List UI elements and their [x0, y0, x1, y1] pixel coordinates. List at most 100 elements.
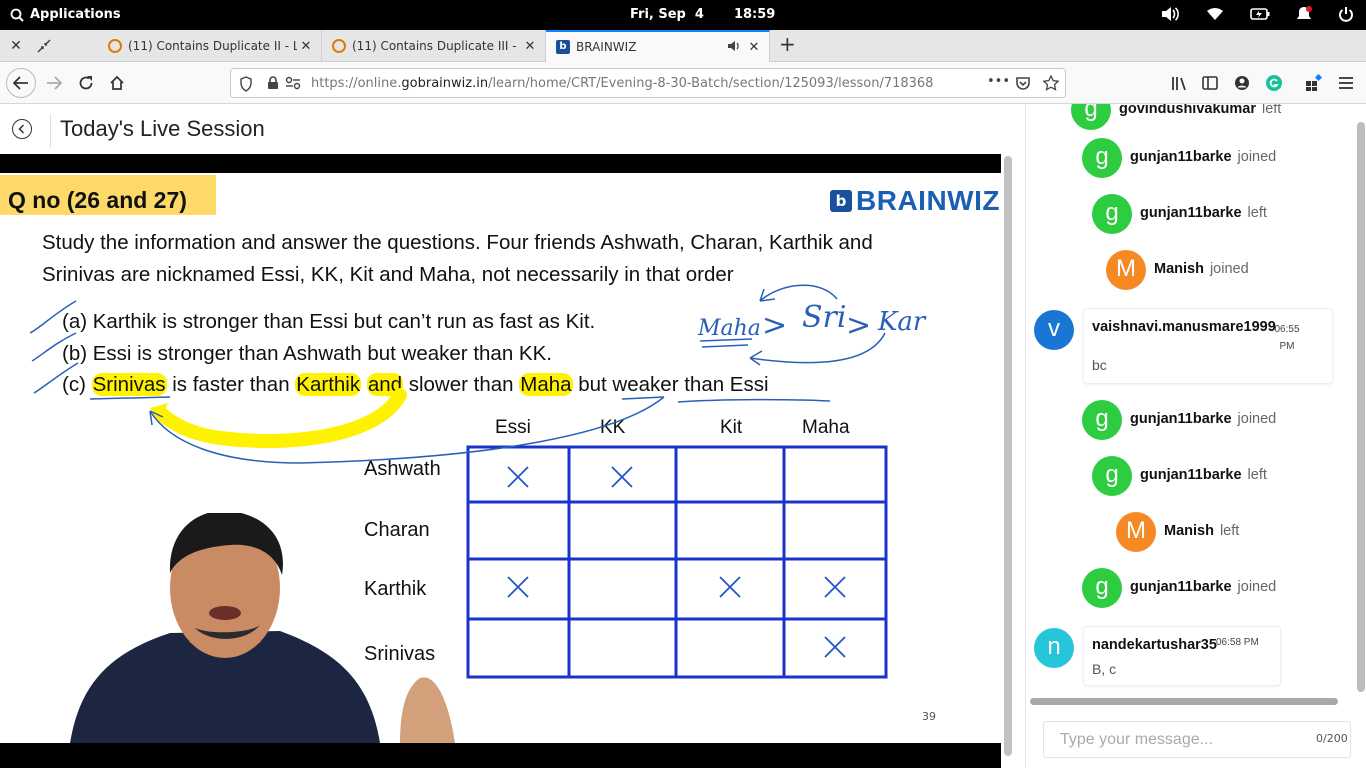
- close-tab-icon[interactable]: ✕: [297, 39, 315, 54]
- chat-event-action: joined: [1209, 261, 1249, 277]
- tab-contains-duplicate-iii[interactable]: (11) Contains Duplicate III - Le ✕: [322, 30, 546, 62]
- chat-presence-event: gunjan11barke joined: [1130, 579, 1276, 595]
- slide-frame: Q no (26 and 27) b BRAINWIZ Study the in…: [0, 173, 1001, 743]
- system-tray: [1160, 6, 1354, 22]
- chat-user-name: Manish: [1164, 523, 1214, 539]
- grammarly-icon[interactable]: [1260, 69, 1288, 97]
- close-window-icon[interactable]: ✕: [8, 38, 24, 54]
- chat-event-action: joined: [1237, 579, 1277, 595]
- grid-cross-mark: [824, 576, 846, 598]
- close-tab-icon[interactable]: ✕: [521, 39, 539, 54]
- chat-event-action: joined: [1237, 149, 1277, 165]
- tab-title: (11) Contains Duplicate II - Le: [128, 39, 297, 53]
- home-icon[interactable]: [103, 69, 131, 97]
- chat-avatar: g: [1082, 400, 1122, 440]
- wifi-icon[interactable]: [1206, 7, 1224, 21]
- tab-bar: ✕ (11) Contains Duplicate II - Le ✕ (11)…: [0, 30, 1366, 62]
- url-text[interactable]: https://online.gobrainwiz.in/learn/home/…: [311, 76, 933, 91]
- clock[interactable]: Fri, Sep 4 18:59: [630, 7, 775, 22]
- back-circle-icon[interactable]: [12, 119, 32, 139]
- slide-page-number: 39: [922, 710, 936, 723]
- svg-text:Kar: Kar: [877, 307, 927, 337]
- grid-cross-mark: [611, 466, 633, 488]
- reload-icon[interactable]: [72, 69, 100, 97]
- navigation-toolbar: https://online.gobrainwiz.in/learn/home/…: [0, 62, 1366, 104]
- svg-text:Maha: Maha: [697, 316, 761, 341]
- yellow-highlight-arrow: [153, 388, 407, 449]
- audio-playing-icon[interactable]: [727, 40, 741, 55]
- chat-avatar: v: [1034, 310, 1074, 350]
- leetcode-icon: [332, 39, 346, 53]
- grid-cross-mark: [824, 636, 846, 658]
- volume-icon[interactable]: [1160, 6, 1180, 22]
- chat-message-time: 06:55 PM: [1274, 324, 1300, 352]
- chat-message-text: bc: [1092, 357, 1107, 373]
- bookmark-star-icon[interactable]: [1042, 74, 1060, 95]
- chat-event-action: left: [1261, 104, 1282, 117]
- header-divider: [50, 114, 51, 148]
- chat-user-name: Manish: [1154, 261, 1204, 277]
- chat-avatar: n: [1034, 628, 1074, 668]
- page-title: Today's Live Session: [60, 116, 265, 141]
- handwriting-notes: Maha > Sri > Kar: [697, 300, 927, 343]
- chat-message: nandekartushar35 06:58 PM B, c: [1083, 626, 1281, 686]
- chat-character-count: 0/200: [1316, 732, 1348, 745]
- close-tab-icon[interactable]: ✕: [745, 40, 763, 55]
- clock-time: 18:59: [733, 7, 776, 22]
- search-icon: [10, 8, 24, 22]
- chat-user-name: gunjan11barke: [1130, 411, 1232, 427]
- chat-presence-event: gunjan11barke joined: [1130, 149, 1276, 165]
- grid-cross-mark: [507, 576, 529, 598]
- grid-cross-mark: [719, 576, 741, 598]
- chat-message-input[interactable]: Type your message...: [1043, 721, 1351, 758]
- clock-date: Fri, Sep 4: [630, 7, 704, 22]
- page-scrollbar-thumb[interactable]: [1004, 156, 1012, 756]
- chat-presence-event: gunjan11barke left: [1140, 467, 1267, 483]
- chat-event-action: left: [1219, 523, 1240, 539]
- chat-avatar: M: [1106, 250, 1146, 290]
- chat-user-name: gunjan11barke: [1130, 149, 1232, 165]
- chat-scrollbar[interactable]: [1357, 122, 1365, 692]
- page-actions-icon[interactable]: •••: [987, 74, 1010, 89]
- chat-avatar: g: [1071, 104, 1111, 130]
- forward-arrow-icon[interactable]: [40, 69, 68, 97]
- chat-avatar: g: [1082, 138, 1122, 178]
- permissions-icon[interactable]: [285, 76, 301, 94]
- account-icon[interactable]: [1228, 69, 1256, 97]
- chat-presence-event: gunjan11barke left: [1140, 205, 1267, 221]
- chat-horizontal-scrollbar[interactable]: [1030, 698, 1338, 705]
- library-icon[interactable]: [1166, 69, 1194, 97]
- new-tab-icon[interactable]: +: [779, 34, 796, 54]
- presenter-video: [70, 513, 455, 743]
- chat-presence-event: gunjan11barke joined: [1130, 411, 1276, 427]
- power-icon[interactable]: [1338, 6, 1354, 22]
- grid-cross-mark: [507, 466, 529, 488]
- chat-user-name: gunjan11barke: [1140, 467, 1242, 483]
- applications-label: Applications: [30, 7, 121, 22]
- back-arrow-icon[interactable]: [6, 68, 36, 98]
- chat-user-name: nandekartushar35: [1092, 637, 1217, 653]
- pocket-icon[interactable]: [1015, 76, 1031, 95]
- tab-title: (11) Contains Duplicate III - Le: [352, 39, 521, 53]
- restore-icon[interactable]: [36, 38, 52, 54]
- applications-menu[interactable]: Applications: [10, 7, 121, 22]
- svg-text:Sri: Sri: [802, 300, 847, 335]
- tab-title: BRAINWIZ: [576, 40, 637, 54]
- hamburger-menu-icon[interactable]: [1332, 69, 1360, 97]
- chat-presence-event: govindushivakumar left: [1119, 104, 1281, 117]
- shield-icon[interactable]: [239, 76, 253, 96]
- chat-user-name: gunjan11barke: [1130, 579, 1232, 595]
- notifications-icon[interactable]: [1296, 6, 1312, 22]
- extensions-icon[interactable]: [1300, 69, 1328, 97]
- svg-text:>: >: [762, 308, 787, 343]
- tab-contains-duplicate-ii[interactable]: (11) Contains Duplicate II - Le ✕: [98, 30, 322, 62]
- address-bar[interactable]: https://online.gobrainwiz.in/learn/home/…: [230, 68, 1066, 98]
- system-top-bar: Applications Fri, Sep 4 18:59: [0, 0, 1366, 30]
- live-video-player[interactable]: Q no (26 and 27) b BRAINWIZ Study the in…: [0, 154, 1001, 768]
- tab-brainwiz[interactable]: b BRAINWIZ ✕: [546, 30, 770, 62]
- chat-user-name: govindushivakumar: [1119, 104, 1256, 117]
- page-scrollbar[interactable]: [1003, 154, 1013, 758]
- lock-icon[interactable]: [267, 76, 279, 94]
- battery-icon[interactable]: [1250, 7, 1270, 21]
- sidebar-icon[interactable]: [1196, 69, 1224, 97]
